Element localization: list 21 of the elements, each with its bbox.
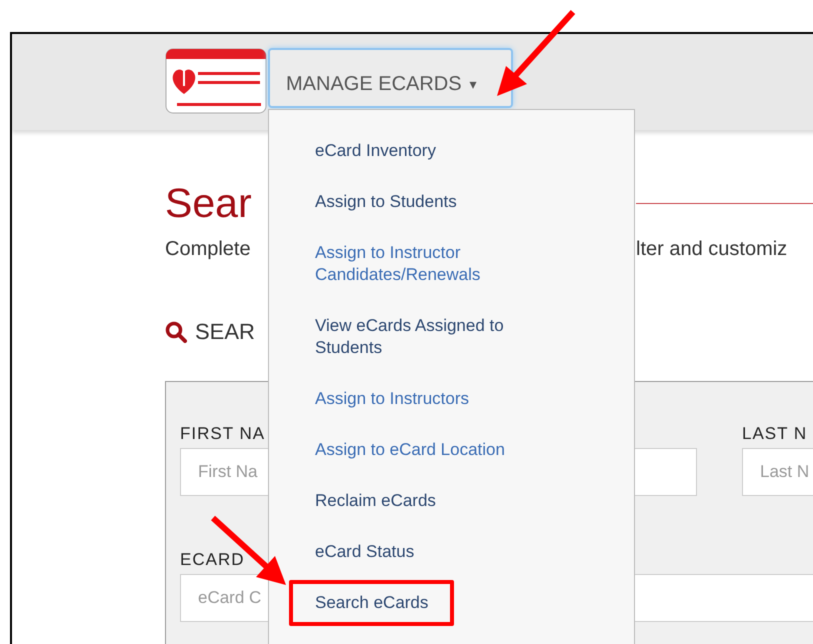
- last-name-field[interactable]: Last N: [742, 448, 813, 496]
- caret-icon: ▾: [470, 76, 477, 92]
- field-label: ECARD: [180, 550, 245, 571]
- menu-item[interactable]: Assign to Instructor Candidates/Renewals: [289, 234, 579, 294]
- field-label: FIRST NA: [180, 424, 266, 445]
- section-title: SEAR: [195, 319, 255, 345]
- menu-item[interactable]: View eCards Assigned to Students: [289, 307, 579, 367]
- search-icon: [165, 321, 187, 343]
- menu-item[interactable]: Assign to Instructors: [289, 380, 496, 418]
- intro-text: Complete: [165, 238, 251, 261]
- highlighted-menu-item[interactable]: Search eCards: [289, 580, 454, 626]
- menu-item[interactable]: Reclaim eCards: [289, 482, 462, 520]
- menu-item[interactable]: eCard Inventory: [289, 132, 462, 170]
- menu-item[interactable]: eCard Status: [289, 533, 440, 571]
- menu-item[interactable]: Assign to eCard Location: [289, 431, 531, 469]
- manage-ecards-button[interactable]: MANAGE ECARDS ▾: [268, 48, 513, 108]
- intro-text: lter and customiz: [636, 238, 788, 261]
- page-title: Sear: [165, 180, 252, 226]
- menu-item[interactable]: Assign to Students: [289, 183, 483, 221]
- heart-logo[interactable]: [165, 48, 267, 114]
- field-label: LAST N: [742, 424, 808, 445]
